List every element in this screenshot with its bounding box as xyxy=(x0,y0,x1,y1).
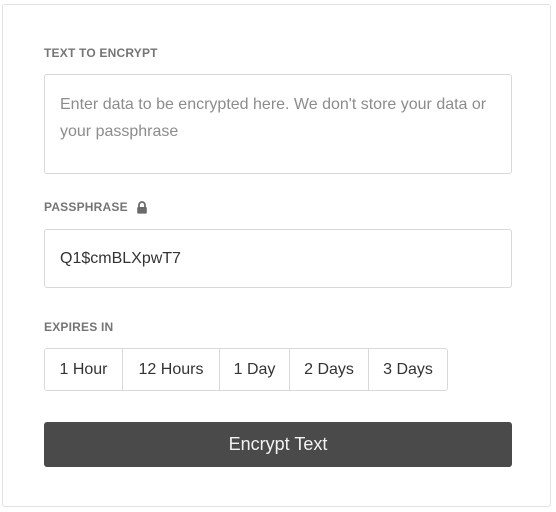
lock-icon xyxy=(136,200,148,214)
expiry-option-group: 1 Hour 12 Hours 1 Day 2 Days 3 Days xyxy=(44,348,448,391)
expiry-option-2-days[interactable]: 2 Days xyxy=(290,349,369,390)
expires-in-label: EXPIRES IN xyxy=(44,320,113,334)
expiry-option-3-days[interactable]: 3 Days xyxy=(369,349,447,390)
expiry-option-1-hour[interactable]: 1 Hour xyxy=(45,349,123,390)
expiry-option-1-day[interactable]: 1 Day xyxy=(220,349,290,390)
encrypt-text-button[interactable]: Encrypt Text xyxy=(44,422,512,467)
passphrase-label: PASSPHRASE xyxy=(44,200,148,214)
passphrase-input[interactable] xyxy=(44,229,512,288)
text-to-encrypt-label: TEXT TO ENCRYPT xyxy=(44,46,158,60)
encrypt-form-card: TEXT TO ENCRYPT PASSPHRASE EXPIRES IN 1 … xyxy=(2,4,551,507)
expiry-option-12-hours[interactable]: 12 Hours xyxy=(123,349,220,390)
text-to-encrypt-input[interactable] xyxy=(44,74,512,174)
text-to-encrypt-label-text: TEXT TO ENCRYPT xyxy=(44,46,158,60)
passphrase-label-text: PASSPHRASE xyxy=(44,200,128,214)
expires-in-label-text: EXPIRES IN xyxy=(44,320,114,334)
